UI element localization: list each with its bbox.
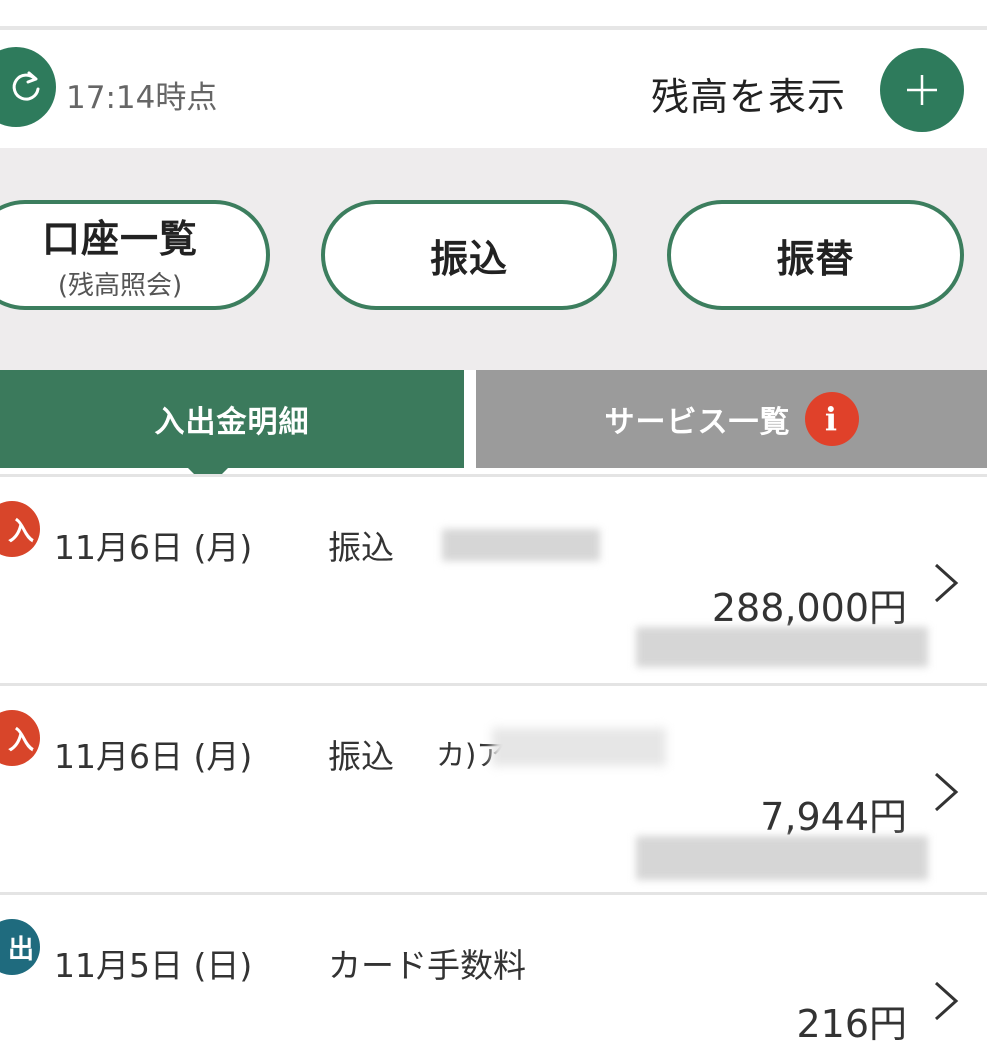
transaction-row[interactable]: 出 11月5日 (日) カード手数料 216円 <box>0 895 987 1046</box>
redacted-detail <box>636 627 928 667</box>
plus-icon <box>907 75 937 105</box>
chevron-right-icon <box>934 981 959 1021</box>
chevron-right-icon <box>934 563 959 603</box>
transaction-date: 11月6日 (月) <box>54 528 253 567</box>
transaction-amount: 216円 <box>796 1002 907 1046</box>
withdrawal-badge: 出 <box>0 919 40 975</box>
transaction-type: カード手数料 <box>328 946 526 985</box>
show-balance-button[interactable] <box>880 48 964 132</box>
tab-services[interactable]: サービス一覧 i <box>476 370 987 468</box>
tab-services-label: サービス一覧 <box>604 405 791 440</box>
transfer-button[interactable]: 振込 <box>321 200 617 310</box>
deposit-badge: 入 <box>0 710 40 766</box>
quick-actions: 口座一覧 (残高照会) 振込 振替 <box>0 148 987 370</box>
transaction-type: 振込 <box>328 737 394 776</box>
info-icon: i <box>804 392 859 446</box>
redacted-payee <box>442 529 600 561</box>
transfer-label: 振込 <box>429 236 508 281</box>
last-updated-time: 17:14時点 <box>66 80 218 116</box>
tab-transactions[interactable]: 入出金明細 <box>0 370 464 468</box>
account-transfer-button[interactable]: 振替 <box>667 200 964 310</box>
account-list-label: 口座一覧 <box>41 217 198 261</box>
balance-header: 17:14時点 残高を表示 <box>0 30 987 148</box>
account-transfer-label: 振替 <box>776 236 855 281</box>
tab-transactions-label: 入出金明細 <box>154 405 310 440</box>
top-strip <box>0 0 987 26</box>
transaction-amount: 288,000円 <box>711 586 907 630</box>
transaction-date: 11月6日 (月) <box>54 737 253 776</box>
account-list-button[interactable]: 口座一覧 (残高照会) <box>0 200 270 310</box>
redacted-detail <box>636 836 928 880</box>
transaction-row[interactable]: 入 11月6日 (月) 振込 カ)ア 7,944円 <box>0 686 987 892</box>
transaction-date: 11月5日 (日) <box>54 946 253 985</box>
chevron-right-icon <box>934 772 959 812</box>
show-balance-label[interactable]: 残高を表示 <box>651 66 846 121</box>
refresh-icon <box>12 71 40 101</box>
transaction-type: 振込 <box>328 528 394 567</box>
account-list-sublabel: (残高照会) <box>57 271 183 301</box>
redacted-payee <box>492 728 666 766</box>
deposit-badge: 入 <box>0 501 40 557</box>
transaction-amount: 7,944円 <box>760 795 907 839</box>
refresh-button[interactable] <box>0 47 56 127</box>
transaction-row[interactable]: 入 11月6日 (月) 振込 288,000円 <box>0 477 987 683</box>
